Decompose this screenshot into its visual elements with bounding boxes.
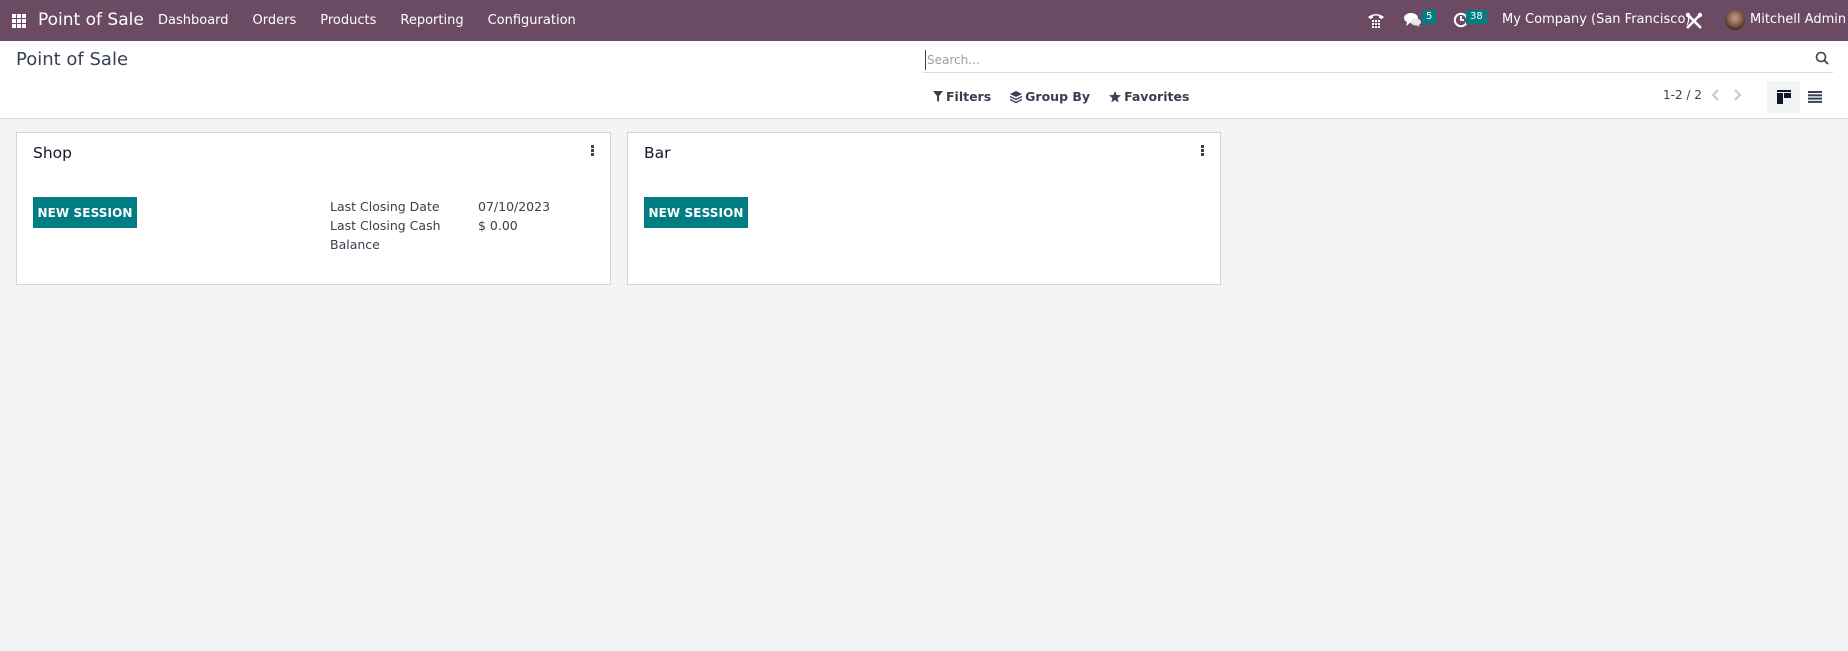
menu-item-orders[interactable]: Orders xyxy=(241,0,309,41)
menu-item-configuration[interactable]: Configuration xyxy=(476,0,588,41)
pager-next-button[interactable] xyxy=(1732,88,1742,106)
card-dropdown-icon[interactable] xyxy=(589,145,595,157)
info-label-line: Balance xyxy=(330,237,380,252)
search-input[interactable] xyxy=(925,50,1785,70)
group-by-label: Group By xyxy=(1025,89,1091,104)
filters-label: Filters xyxy=(946,89,992,104)
info-label: Last Closing Cash Balance xyxy=(330,216,478,254)
kanban-view-button[interactable] xyxy=(1767,81,1800,113)
chat-icon[interactable] xyxy=(1404,12,1422,32)
apps-grid-icon[interactable] xyxy=(12,14,26,28)
chevron-left-icon xyxy=(1711,89,1719,101)
favorites-label: Favorites xyxy=(1124,89,1190,104)
layers-icon xyxy=(1010,90,1023,103)
star-icon xyxy=(1109,90,1122,102)
filter-icon xyxy=(933,91,943,102)
info-value: $ 0.00 xyxy=(478,218,518,233)
list-view-icon xyxy=(1808,91,1822,103)
control-panel: Point of Sale Filters Group By Favorites xyxy=(0,41,1848,119)
info-label: Last Closing Date xyxy=(330,199,440,214)
card-title: Shop xyxy=(33,144,72,162)
card-title: Bar xyxy=(644,144,671,162)
phone-icon[interactable] xyxy=(1367,12,1385,28)
pos-card-shop: Shop NEW SESSION Last Closing Date 07/10… xyxy=(16,132,611,285)
messages-count-badge: 5 xyxy=(1422,10,1437,24)
menu-item-reporting[interactable]: Reporting xyxy=(388,0,475,41)
search-box xyxy=(923,48,1833,73)
info-row-last-closing-date: Last Closing Date 07/10/2023 xyxy=(330,197,550,216)
user-avatar[interactable] xyxy=(1725,10,1745,30)
top-navbar: Point of Sale Dashboard Orders Products … xyxy=(0,0,1848,41)
main-menu: Dashboard Orders Products Reporting Conf… xyxy=(147,0,588,41)
page-title: Point of Sale xyxy=(16,49,129,70)
company-switcher[interactable]: My Company (San Francisco) xyxy=(1502,12,1690,27)
new-session-button[interactable]: NEW SESSION xyxy=(33,197,137,228)
info-value: 07/10/2023 xyxy=(478,199,551,214)
search-icon[interactable] xyxy=(1815,51,1829,69)
new-session-button[interactable]: NEW SESSION xyxy=(644,197,748,228)
user-menu[interactable]: Mitchell Admin xyxy=(1750,12,1846,27)
activities-count-badge: 38 xyxy=(1466,10,1487,24)
pager-previous-button[interactable] xyxy=(1711,88,1721,106)
pager-value[interactable]: 1-2 / 2 xyxy=(1663,88,1702,102)
session-info: Last Closing Date 07/10/2023 Last Closin… xyxy=(330,197,550,254)
chevron-right-icon xyxy=(1734,89,1742,101)
list-view-button[interactable] xyxy=(1805,81,1825,113)
info-row-last-closing-cash: Last Closing Cash Balance $ 0.00 xyxy=(330,216,550,254)
search-panel-toggles: Filters Group By Favorites xyxy=(933,89,1208,104)
info-label-line: Last Closing Cash xyxy=(330,218,441,233)
app-brand[interactable]: Point of Sale xyxy=(38,10,144,30)
group-by-button[interactable]: Group By xyxy=(1010,89,1090,104)
tools-icon[interactable] xyxy=(1685,12,1703,34)
favorites-button[interactable]: Favorites xyxy=(1109,89,1189,104)
menu-item-products[interactable]: Products xyxy=(308,0,388,41)
pos-card-bar: Bar NEW SESSION xyxy=(627,132,1221,285)
kanban-view-icon xyxy=(1776,90,1791,104)
filters-button[interactable]: Filters xyxy=(933,89,991,104)
card-dropdown-icon[interactable] xyxy=(1199,145,1205,157)
menu-item-dashboard[interactable]: Dashboard xyxy=(147,0,241,41)
